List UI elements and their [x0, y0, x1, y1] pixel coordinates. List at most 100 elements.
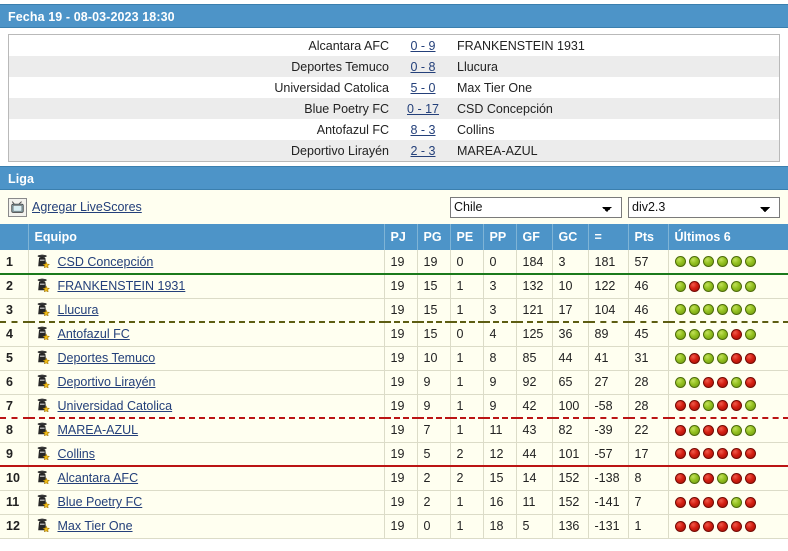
- team-link[interactable]: Blue Poetry FC: [58, 495, 143, 509]
- row-team-cell: MAREA-AZUL: [28, 418, 385, 443]
- team-link[interactable]: FRANKENSTEIN 1931: [58, 279, 186, 293]
- row-gc: 36: [552, 322, 589, 347]
- row-form-cell: [668, 514, 788, 539]
- row-pg: 15: [417, 298, 451, 323]
- row-gf: 11: [516, 490, 553, 515]
- row-rank: 5: [0, 346, 29, 371]
- form-loss-dot: [716, 496, 728, 508]
- team-cell-inner: MAREA-AZUL: [35, 421, 384, 439]
- form-win-dot: [716, 472, 728, 484]
- fixture-score-link[interactable]: 0 - 9: [410, 39, 435, 53]
- form-win-dot: [716, 280, 728, 292]
- form-loss-dot: [730, 472, 742, 484]
- team-link[interactable]: MAREA-AZUL: [58, 423, 139, 437]
- fixture-home-team: Antofazul FC: [316, 122, 389, 137]
- row-diff: 104: [588, 298, 629, 323]
- fixture-row: Universidad Catolica 5 - 0 Max Tier One: [9, 77, 779, 98]
- row-pj: 19: [384, 346, 418, 371]
- fixture-score-link[interactable]: 5 - 0: [410, 81, 435, 95]
- table-row: 3 Llucura 19 15 1 3 121 17 104 46: [0, 298, 788, 323]
- row-gc: 82: [552, 418, 589, 443]
- fixture-home-team: Alcantara AFC: [308, 38, 389, 53]
- team-badge-icon: [35, 373, 50, 391]
- form-loss-dot: [702, 424, 714, 436]
- form-win-dot: [716, 328, 728, 340]
- team-link[interactable]: Llucura: [58, 303, 99, 317]
- form-win-dot: [674, 304, 686, 316]
- country-select[interactable]: Chile: [450, 196, 622, 218]
- row-pts: 46: [628, 274, 669, 299]
- league-filter-selects: Chile div2.3: [450, 196, 780, 218]
- team-cell-inner: FRANKENSTEIN 1931: [35, 277, 384, 295]
- row-pp: 0: [483, 250, 517, 275]
- column-header-pj: PJ: [384, 224, 418, 250]
- form-loss-dot: [688, 352, 700, 364]
- row-gc: 17: [552, 298, 589, 323]
- form-win-dot: [688, 304, 700, 316]
- add-livescores-control[interactable]: Agregar LiveScores: [8, 197, 142, 217]
- row-pg: 2: [417, 466, 451, 491]
- team-cell-inner: Deportivo Lirayén: [35, 373, 384, 391]
- form-loss-dot: [716, 520, 728, 532]
- row-rank: 6: [0, 370, 29, 395]
- form-dots: [674, 448, 788, 460]
- row-rank: 9: [0, 442, 29, 467]
- team-link[interactable]: Antofazul FC: [58, 327, 130, 341]
- form-loss-dot: [702, 496, 714, 508]
- table-row: 5 Deportes Temuco 19 10 1 8 85 44 41 31: [0, 346, 788, 371]
- row-pe: 1: [450, 514, 484, 539]
- row-gc: 136: [552, 514, 589, 539]
- team-link[interactable]: CSD Concepción: [58, 255, 154, 269]
- tv-icon[interactable]: [8, 197, 27, 217]
- row-pe: 0: [450, 322, 484, 347]
- form-loss-dot: [674, 448, 686, 460]
- fixture-score-link[interactable]: 0 - 8: [410, 60, 435, 74]
- row-form-cell: [668, 490, 788, 515]
- row-form-cell: [668, 322, 788, 347]
- team-link[interactable]: Deportes Temuco: [58, 351, 156, 365]
- row-diff: -57: [588, 442, 629, 467]
- team-cell-inner: Antofazul FC: [35, 325, 384, 343]
- row-pp: 8: [483, 346, 517, 371]
- form-dots: [674, 256, 788, 267]
- fixture-score-link[interactable]: 0 - 17: [407, 102, 439, 116]
- team-link[interactable]: Alcantara AFC: [58, 471, 139, 485]
- team-badge-icon: [35, 493, 50, 511]
- team-link[interactable]: Collins: [58, 447, 96, 461]
- team-link[interactable]: Universidad Catolica: [58, 399, 173, 413]
- row-form-cell: [668, 274, 788, 299]
- form-loss-dot: [744, 520, 756, 532]
- form-loss-dot: [730, 400, 742, 412]
- form-loss-dot: [674, 472, 686, 484]
- column-header-pts: Pts: [628, 224, 669, 250]
- form-loss-dot: [688, 280, 700, 292]
- row-pj: 19: [384, 442, 418, 467]
- table-row: 8 MAREA-AZUL 19 7 1 11 43 82 -39 22: [0, 418, 788, 443]
- row-team-cell: CSD Concepción: [28, 250, 385, 275]
- row-diff: -39: [588, 418, 629, 443]
- add-livescores-link[interactable]: Agregar LiveScores: [32, 200, 142, 214]
- row-form-cell: [668, 370, 788, 395]
- row-pp: 18: [483, 514, 517, 539]
- fixture-score-link[interactable]: 2 - 3: [410, 144, 435, 158]
- row-diff: -58: [588, 394, 629, 419]
- form-dots: [674, 520, 788, 532]
- row-team-cell: FRANKENSTEIN 1931: [28, 274, 385, 299]
- fixtures-table: Alcantara AFC 0 - 9 FRANKENSTEIN 1931 Depor…: [9, 35, 779, 161]
- fixture-away-team: Llucura: [457, 59, 498, 74]
- team-link[interactable]: Deportivo Lirayén: [58, 375, 156, 389]
- row-pp: 16: [483, 490, 517, 515]
- fixture-score-link[interactable]: 8 - 3: [410, 123, 435, 137]
- team-badge-icon: [35, 349, 50, 367]
- row-gf: 125: [516, 322, 553, 347]
- division-select[interactable]: div2.3: [628, 196, 780, 218]
- form-dots: [674, 472, 788, 484]
- row-pts: 45: [628, 322, 669, 347]
- row-pe: 1: [450, 490, 484, 515]
- form-loss-dot: [744, 472, 756, 484]
- team-cell-inner: Universidad Catolica: [35, 397, 384, 415]
- form-win-dot: [674, 352, 686, 364]
- team-link[interactable]: Max Tier One: [58, 519, 133, 533]
- team-badge-icon: [35, 469, 50, 487]
- row-team-cell: Universidad Catolica: [28, 394, 385, 419]
